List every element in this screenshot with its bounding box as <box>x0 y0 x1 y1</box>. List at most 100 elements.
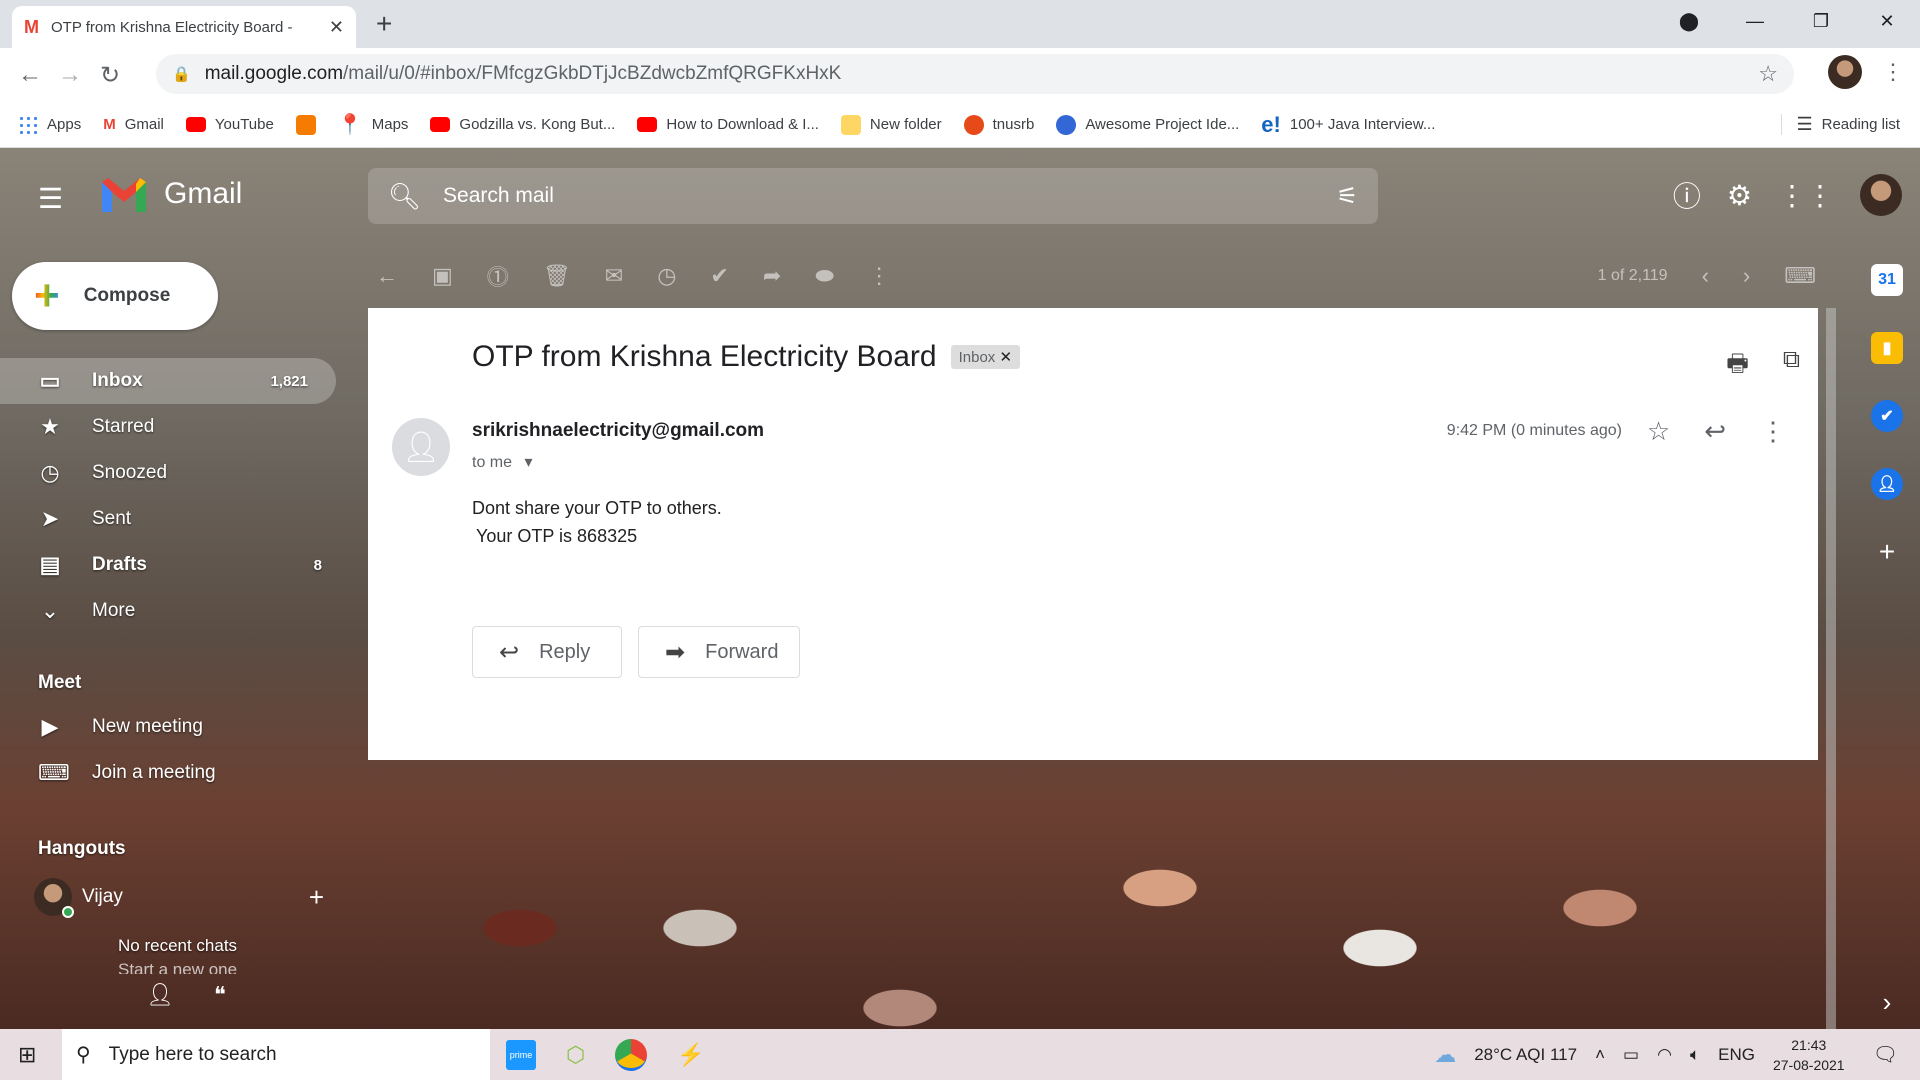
bookmark-awesome-project[interactable]: Awesome Project Ide... <box>1056 114 1239 135</box>
label-icon[interactable]: ⬬ <box>815 263 834 289</box>
close-tab-icon[interactable]: ✕ <box>329 17 344 38</box>
join-meeting-item[interactable]: ⌨ Join a meeting <box>0 750 350 796</box>
mark-unread-icon[interactable]: ✉ <box>605 263 623 289</box>
wifi-icon[interactable]: ◠ <box>1657 1045 1672 1065</box>
gmail-header: ☰ Gmail 🔍︎ Search mail ⚟ ⓘ ⚙ ⋮⋮ <box>0 148 1920 248</box>
tab-gmail[interactable]: M OTP from Krishna Electricity Board - ✕ <box>12 6 356 48</box>
bookmark-new-folder[interactable]: New folder <box>840 114 942 135</box>
restore-button[interactable]: ❐ <box>1788 11 1854 32</box>
search-options-icon[interactable]: ⚟ <box>1336 182 1358 211</box>
add-chat-icon[interactable]: + <box>309 882 324 913</box>
contacts-person-icon[interactable]: 👤︎ <box>146 982 174 1008</box>
remove-label-icon[interactable]: ✕ <box>999 349 1012 366</box>
bookmark-gmail[interactable]: M Gmail <box>103 116 164 133</box>
notifications-icon[interactable]: 🗨︎ <box>1873 1042 1898 1067</box>
sidebar-item-snoozed[interactable]: ◷ Snoozed <box>0 450 350 496</box>
bookmark-how-to-download[interactable]: How to Download & I... <box>637 116 819 133</box>
sender-email[interactable]: srikrishnaelectricity@gmail.com <box>472 420 764 442</box>
star-icon[interactable]: ☆ <box>1647 416 1670 447</box>
hide-side-panel-icon[interactable]: › <box>1871 986 1903 1018</box>
profile-avatar[interactable] <box>1828 55 1862 89</box>
forward-icon[interactable]: → <box>50 61 90 89</box>
main-menu-icon[interactable]: ☰ <box>38 182 63 215</box>
older-icon[interactable]: › <box>1743 263 1750 289</box>
recipient-details[interactable]: to me ▾ <box>472 452 533 472</box>
more-options-icon[interactable]: ⋮ <box>1760 416 1786 447</box>
bookmark-star-icon[interactable]: ☆ <box>1758 61 1778 87</box>
language-indicator[interactable]: ENG <box>1718 1045 1755 1065</box>
add-task-icon[interactable]: ✔ <box>710 263 728 289</box>
reading-list-button[interactable]: ☰ Reading list <box>1781 114 1900 135</box>
search-icon[interactable]: 🔍︎ <box>388 181 421 212</box>
keep-icon[interactable]: ▮ <box>1871 332 1903 364</box>
reload-icon[interactable]: ↻ <box>90 61 130 90</box>
report-spam-icon[interactable]: ⓵ <box>487 260 509 292</box>
bookmark-youtube[interactable]: YouTube <box>185 116 274 133</box>
new-meeting-item[interactable]: ▶ New meeting <box>0 704 350 750</box>
back-icon[interactable]: ← <box>10 61 50 89</box>
search-input[interactable]: Search mail <box>443 184 554 208</box>
bookmark-java-interview[interactable]: e! 100+ Java Interview... <box>1261 112 1435 138</box>
details-dropdown-icon[interactable]: ▾ <box>524 454 532 471</box>
contacts-icon[interactable]: 👤︎ <box>1871 468 1903 500</box>
bookmark-apps[interactable]: Apps <box>18 114 81 135</box>
get-addons-icon[interactable]: + <box>1871 536 1903 568</box>
reply-icon[interactable]: ↩ <box>1704 416 1726 447</box>
open-new-window-icon[interactable]: ⧉ <box>1783 346 1800 387</box>
inbox-label-chip[interactable]: Inbox ✕ <box>950 345 1021 369</box>
chrome-menu-icon[interactable]: ⋮ <box>1882 59 1904 85</box>
back-to-inbox-icon[interactable]: ← <box>376 263 398 289</box>
reply-button[interactable]: ↩ Reply <box>472 626 622 678</box>
search-bar[interactable]: 🔍︎ Search mail ⚟ <box>368 168 1378 224</box>
forward-button[interactable]: ➡ Forward <box>638 626 800 678</box>
sidebar-item-drafts[interactable]: ▤ Drafts 8 <box>0 542 350 588</box>
address-bar[interactable]: 🔒 mail.google.com/mail/u/0/#inbox/FMfcgz… <box>156 54 1794 94</box>
snooze-icon[interactable]: ◷ <box>657 263 676 289</box>
help-icon[interactable]: ⓘ <box>1673 175 1701 215</box>
show-hidden-icons-icon[interactable]: ˄ <box>1595 1045 1605 1065</box>
winamp-taskbar-icon[interactable]: ⚡ <box>677 1042 704 1068</box>
weather-text[interactable]: 28°C AQI 117 <box>1474 1045 1577 1065</box>
google-apps-icon[interactable]: ⋮⋮ <box>1778 179 1834 212</box>
sidebar-item-more[interactable]: ⌄ More <box>0 588 350 634</box>
bookmark-tnusrb[interactable]: tnusrb <box>963 114 1034 135</box>
message-scrollbar[interactable] <box>1826 308 1836 1029</box>
archive-icon[interactable]: ▣ <box>432 263 453 289</box>
sidebar-item-inbox[interactable]: ▭ Inbox 1,821 <box>0 358 336 404</box>
volume-icon[interactable]: 🔈︎ <box>1690 1045 1700 1065</box>
tasks-icon[interactable]: ✔ <box>1871 400 1903 432</box>
delete-icon[interactable]: 🗑︎ <box>543 263 571 289</box>
sidebar-item-sent[interactable]: ➤ Sent <box>0 496 350 542</box>
windows-start-icon[interactable]: ⊞ <box>18 1042 36 1068</box>
chrome-taskbar-icon[interactable] <box>615 1038 648 1071</box>
input-tools-icon[interactable]: ⌨ <box>1784 263 1816 289</box>
account-avatar[interactable] <box>1860 174 1902 216</box>
hexagon-app-icon[interactable]: ⬡ <box>566 1042 585 1068</box>
taskbar-search[interactable]: ⚲ Type here to search <box>62 1029 490 1080</box>
hangouts-user[interactable]: Vijay + <box>0 878 360 918</box>
tab-search-icon[interactable]: ⬤ <box>1656 11 1722 32</box>
prime-video-icon[interactable]: prime <box>506 1039 536 1070</box>
minimize-button[interactable]: — <box>1722 11 1788 32</box>
lock-icon: 🔒 <box>172 66 191 83</box>
bookmark-maps[interactable]: 📍 Maps <box>338 112 409 137</box>
settings-gear-icon[interactable]: ⚙ <box>1727 179 1752 212</box>
message-action-bar: ← ▣ ⓵ 🗑︎ ✉ ◷ ✔ ➦ ⬬ ⋮ 1 of 2,119 ‹ › ⌨ <box>376 254 1816 298</box>
print-icon[interactable]: 🖶 <box>1726 346 1749 387</box>
move-to-icon[interactable]: ➦ <box>763 263 781 289</box>
new-tab-button[interactable]: + <box>376 10 392 38</box>
bookmark-unnamed[interactable] <box>295 114 316 135</box>
sidebar-item-starred[interactable]: ★ Starred <box>0 404 350 450</box>
bookmark-godzilla[interactable]: Godzilla vs. Kong But... <box>430 116 615 133</box>
more-actions-icon[interactable]: ⋮ <box>868 263 890 289</box>
hangouts-quote-icon[interactable]: ❝ <box>214 982 226 1008</box>
start-new-chat-link[interactable]: Start a new one <box>118 960 360 974</box>
taskbar-clock[interactable]: 21:43 27-08-2021 <box>1773 1035 1845 1075</box>
close-window-button[interactable]: ✕ <box>1854 11 1920 32</box>
compose-button[interactable]: + Compose <box>12 262 218 330</box>
calendar-icon[interactable]: 31 <box>1871 264 1903 296</box>
keyboard-icon: ⌨ <box>38 760 70 785</box>
newer-icon[interactable]: ‹ <box>1702 263 1709 289</box>
battery-icon[interactable]: ▭ <box>1623 1045 1639 1065</box>
gmail-logo[interactable]: Gmail <box>98 174 242 214</box>
